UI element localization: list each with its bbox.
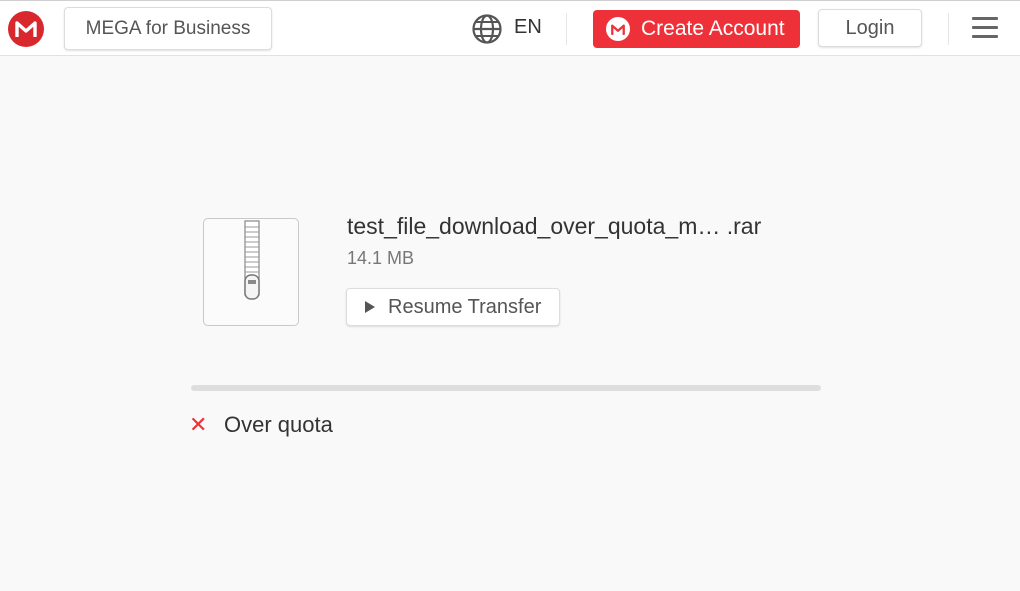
resume-transfer-button[interactable]: Resume Transfer <box>346 288 560 326</box>
resume-transfer-label: Resume Transfer <box>388 295 542 318</box>
language-selector[interactable]: EN <box>514 16 542 39</box>
menu-icon[interactable] <box>972 17 998 41</box>
mega-logo[interactable] <box>8 11 44 47</box>
create-account-button[interactable]: Create Account <box>593 10 800 48</box>
close-icon: ✕ <box>189 413 208 438</box>
file-size: 14.1 MB <box>347 248 415 268</box>
login-button[interactable]: Login <box>818 9 922 47</box>
mega-logo-icon <box>606 17 630 41</box>
top-bar: MEGA for Business EN Create Account Logi… <box>0 0 1020 56</box>
create-account-label: Create Account <box>641 17 785 40</box>
download-progress-bar <box>191 385 821 391</box>
mega-logo-icon <box>15 21 37 37</box>
divider <box>566 13 567 45</box>
zip-archive-icon <box>203 218 299 326</box>
play-icon <box>365 301 375 313</box>
file-name: test_file_download_over_quota_m… .rar <box>347 213 762 239</box>
login-label: Login <box>845 16 895 39</box>
globe-icon[interactable] <box>471 13 503 45</box>
divider <box>948 13 949 45</box>
status-message: Over quota <box>224 412 333 437</box>
mega-for-business-button[interactable]: MEGA for Business <box>64 7 272 50</box>
mega-for-business-label: MEGA for Business <box>85 17 251 39</box>
